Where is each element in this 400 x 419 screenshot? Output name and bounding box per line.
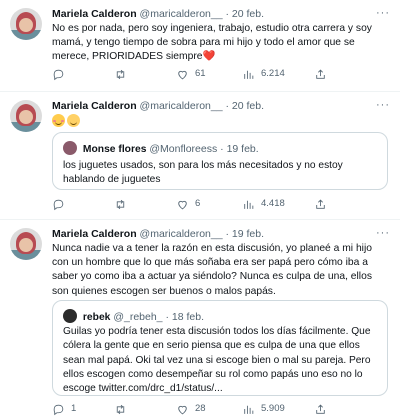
more-icon[interactable]: ··· xyxy=(376,6,390,20)
grinning-face-emoji xyxy=(67,114,80,127)
quoted-tweet[interactable]: Monse flores @Monfloreess · 19 feb. los … xyxy=(52,132,388,190)
smiling-face-emoji xyxy=(52,114,65,127)
avatar[interactable] xyxy=(10,8,42,40)
quoted-tweet-text: los juguetes usados, son para los más ne… xyxy=(63,160,343,186)
quoted-tweet[interactable]: rebek @_rebeh_ · 18 feb. Guilas yo podrí… xyxy=(52,300,388,396)
tweet-date[interactable]: 19 feb. xyxy=(232,228,264,240)
quoted-author-handle: @_rebeh_ xyxy=(113,311,163,323)
separator: · xyxy=(220,143,224,155)
quoted-author-handle: @Monfloreess xyxy=(149,143,218,155)
views-icon xyxy=(244,405,254,414)
tweet-header: Mariela Calderon @maricalderon__ · 19 fe… xyxy=(52,226,390,242)
tweet-actions: 61 6.214 xyxy=(52,68,382,82)
like-icon xyxy=(178,405,187,415)
share-icon xyxy=(316,404,325,414)
retweet-button[interactable] xyxy=(114,403,133,416)
quoted-author-name: Monse flores xyxy=(82,144,147,155)
author-name[interactable]: Mariela Calderon xyxy=(52,8,137,20)
reply-icon xyxy=(53,199,64,211)
quoted-avatar xyxy=(63,141,77,155)
avatar[interactable] xyxy=(10,228,42,260)
views-count: 6.214 xyxy=(261,68,285,80)
separator: · xyxy=(225,100,230,112)
retweet-icon xyxy=(116,404,125,415)
tweet-text: Nunca nadie va a tener la razón en esta … xyxy=(52,243,372,297)
separator: · xyxy=(225,228,230,240)
tweet-header: Mariela Calderon @maricalderon__ · 20 fe… xyxy=(52,98,390,114)
tweet-actions: 6 4.418 xyxy=(52,198,382,212)
reply-button[interactable] xyxy=(52,68,71,81)
quoted-tweet-header: rebek @_rebeh_ · 18 feb. xyxy=(63,309,204,325)
views-button[interactable]: 5.909 xyxy=(242,403,285,416)
more-icon[interactable]: ··· xyxy=(376,226,390,240)
reply-button[interactable]: 1 xyxy=(52,403,76,416)
views-button[interactable]: 4.418 xyxy=(242,198,285,211)
avatar[interactable] xyxy=(10,100,42,132)
share-button[interactable] xyxy=(314,403,327,416)
like-count: 28 xyxy=(195,403,206,415)
share-button[interactable] xyxy=(314,68,327,81)
reply-button[interactable] xyxy=(52,198,71,211)
quoted-tweet-date: 18 feb. xyxy=(171,311,204,323)
quoted-avatar xyxy=(63,309,77,323)
like-count: 61 xyxy=(195,68,206,80)
tweet[interactable]: Mariela Calderon @maricalderon__ · 19 fe… xyxy=(0,220,400,419)
author-handle[interactable]: @maricalderon__ xyxy=(140,228,223,240)
like-icon xyxy=(178,70,187,80)
author-handle[interactable]: @maricalderon__ xyxy=(140,8,223,20)
tweet[interactable]: Mariela Calderon @maricalderon__ · 20 fe… xyxy=(0,0,400,92)
retweet-icon xyxy=(116,199,125,210)
retweet-button[interactable] xyxy=(114,68,133,81)
separator: · xyxy=(165,311,169,323)
tweet-date[interactable]: 20 feb. xyxy=(232,100,264,112)
like-button[interactable]: 6 xyxy=(176,198,200,211)
retweet-icon xyxy=(116,69,125,80)
views-button[interactable]: 6.214 xyxy=(242,68,285,81)
more-icon[interactable]: ··· xyxy=(376,98,390,112)
tweet-actions: 1 28 5.909 xyxy=(52,403,382,417)
views-count: 5.909 xyxy=(261,403,285,415)
views-icon xyxy=(244,70,254,79)
views-count: 4.418 xyxy=(261,198,285,210)
like-icon xyxy=(178,200,187,210)
like-count: 6 xyxy=(195,198,201,210)
tweet[interactable]: Mariela Calderon @maricalderon__ · 20 fe… xyxy=(0,92,400,220)
reply-icon xyxy=(53,404,64,416)
share-icon xyxy=(316,199,325,209)
tweet-emojis xyxy=(52,114,390,130)
tweet-header: Mariela Calderon @maricalderon__ · 20 fe… xyxy=(52,6,390,22)
share-button[interactable] xyxy=(314,198,327,211)
share-icon xyxy=(316,69,325,79)
quoted-tweet-text: Guilas yo podría tener esta discusión to… xyxy=(63,326,371,395)
heart-emoji: ❤️ xyxy=(202,51,216,63)
reply-icon xyxy=(53,69,64,81)
like-button[interactable]: 61 xyxy=(176,68,206,81)
separator: · xyxy=(225,8,230,20)
tweet-date[interactable]: 20 feb. xyxy=(232,8,264,20)
quoted-author-name: rebek xyxy=(82,312,111,323)
like-button[interactable]: 28 xyxy=(176,403,206,416)
retweet-button[interactable] xyxy=(114,198,133,211)
reply-count: 1 xyxy=(71,403,77,415)
tweet-text: No es por nada, pero soy ingeniera, trab… xyxy=(52,22,390,65)
quoted-tweet-header: Monse flores @Monfloreess · 19 feb. xyxy=(63,141,259,157)
author-name[interactable]: Mariela Calderon xyxy=(52,100,137,112)
author-handle[interactable]: @maricalderon__ xyxy=(140,100,223,112)
author-name[interactable]: Mariela Calderon xyxy=(52,228,137,240)
views-icon xyxy=(244,200,254,209)
quoted-tweet-date: 19 feb. xyxy=(226,143,259,155)
